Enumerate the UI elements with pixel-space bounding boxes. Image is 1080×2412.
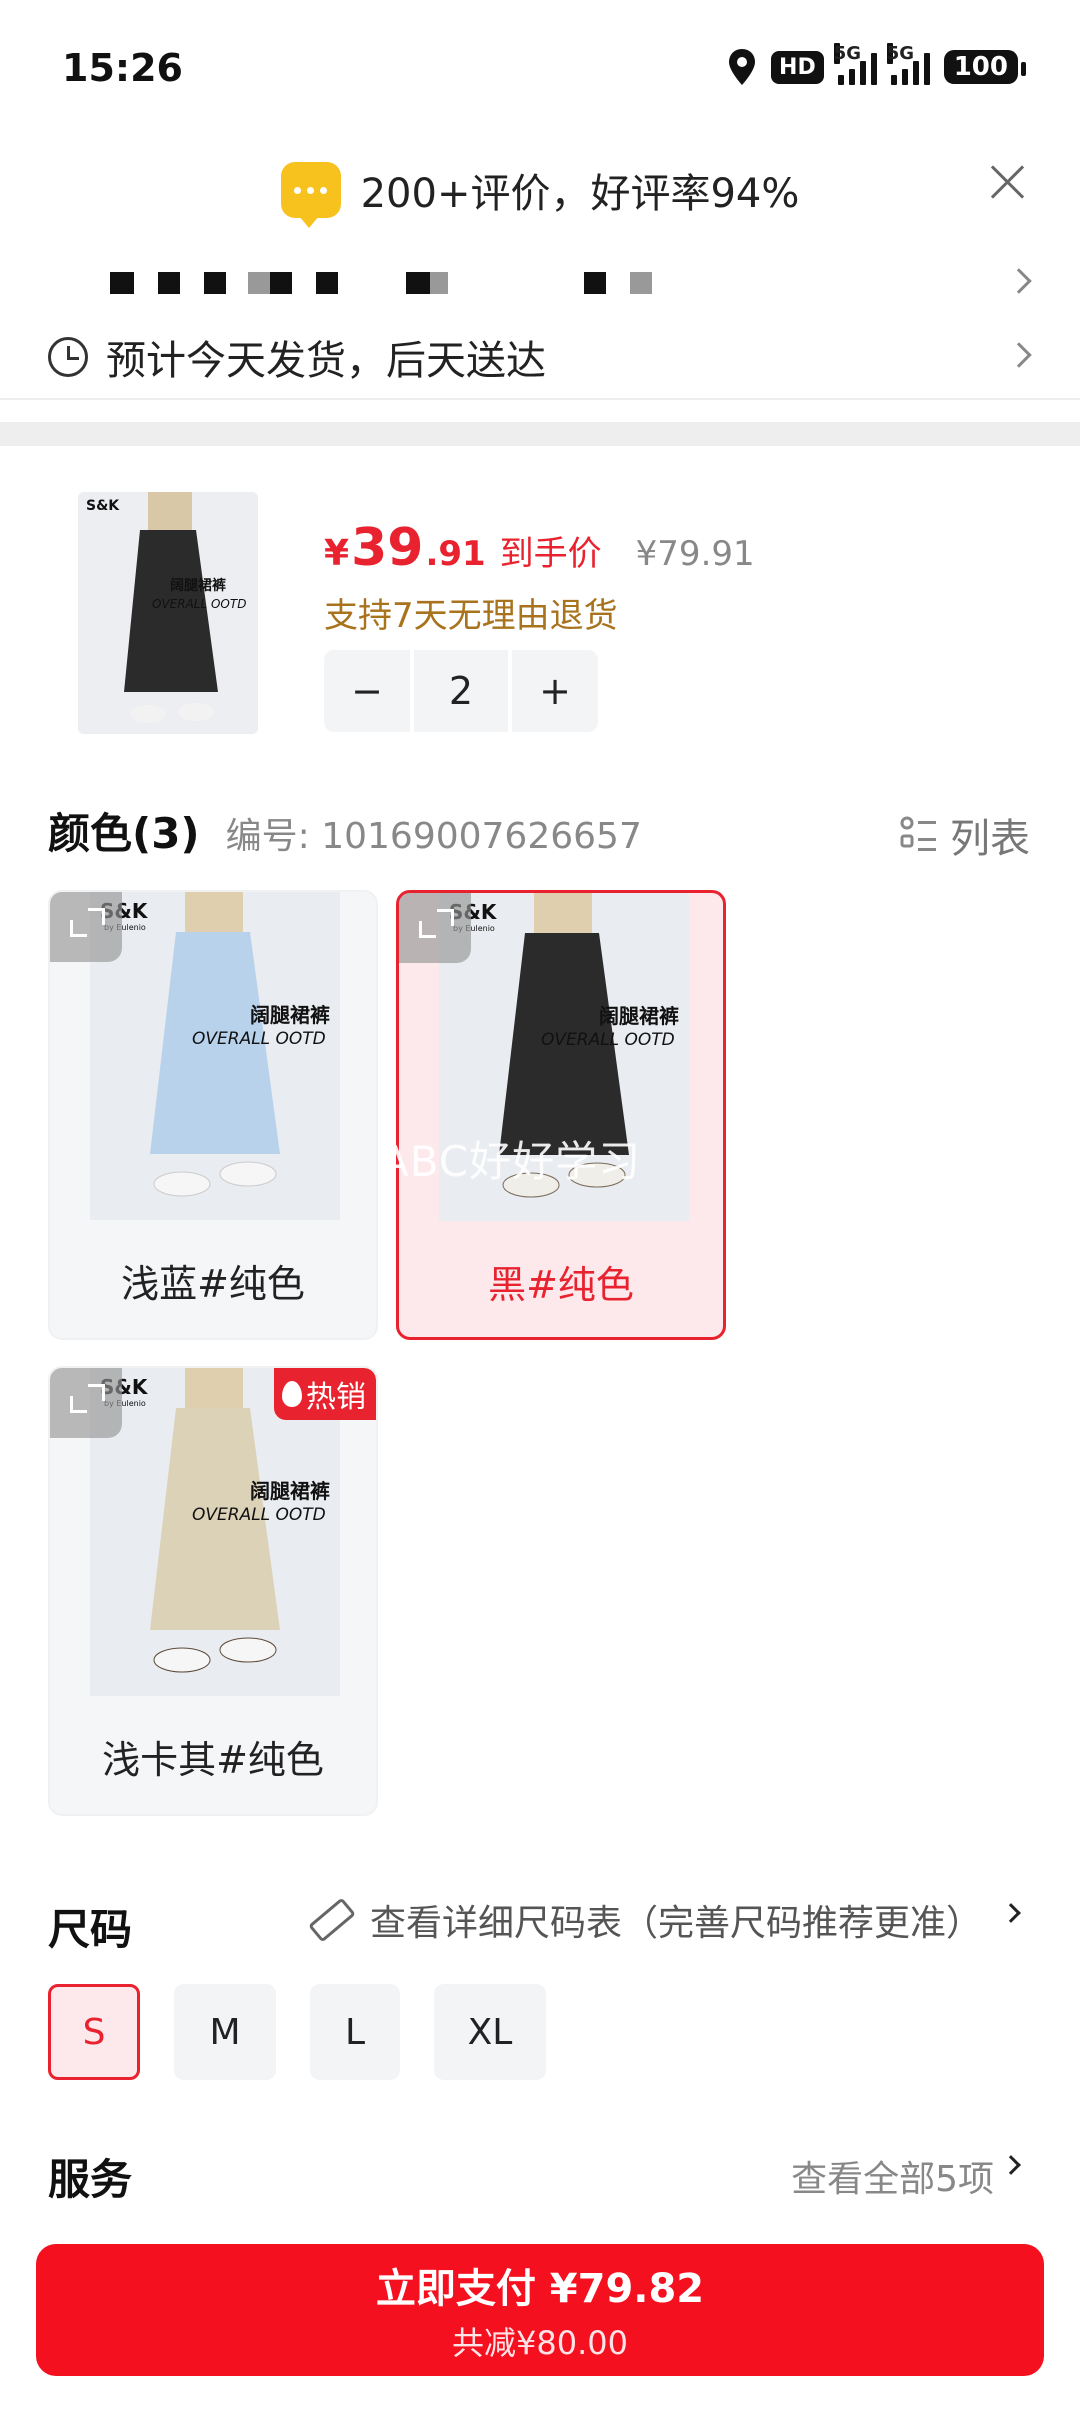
redacted-block [584,272,606,294]
redacted-block [204,272,226,294]
color-option-label: 黑#纯色 [488,1262,634,1307]
pay-now-label: 立即支付 ¥79.82 [375,2266,705,2312]
hd-badge: HD [771,50,824,84]
status-icons: HD 5G 5G 100 [727,43,1027,86]
card-text-2: OVERALL OOTD [541,1030,675,1050]
color-option-label: 浅蓝#纯色 [121,1261,305,1306]
shipping-estimate-text: 预计今天发货，后天送达 [106,338,546,384]
list-label: 列表 [950,816,1030,862]
color-option-label: 浅卡其#纯色 [102,1737,324,1782]
quantity-stepper: − 2 + [324,650,598,732]
color-option-image: S&K by Eulenio 阔腿裙裤 OVERALL OOTD [90,892,340,1220]
product-thumbnail[interactable]: S&K 阔腿裙裤 OVERALL OOTD [78,492,258,734]
size-options: S M L XL [48,1984,546,2080]
hot-sale-badge: 热销 [274,1368,376,1420]
price-decimal: .91 [425,534,486,574]
price-integer: 39 [351,518,424,578]
redacted-block [248,272,270,294]
ruler-icon [308,1897,356,1943]
chat-bubble-icon [280,162,341,228]
size-chart-link[interactable]: 查看详细尺码表（完善尺码推荐更准） [308,1894,983,1946]
card-text-2: OVERALL OOTD [192,1505,326,1525]
color-option-black[interactable]: S&K by Eulenio 阔腿裙裤 OVERALL OOTD 黑#纯色 [396,890,726,1340]
section-separator [0,422,1080,446]
card-text-1: 阔腿裙裤 [250,1479,330,1503]
card-text-1: 阔腿裙裤 [599,1004,679,1028]
discount-total: 共减¥80.00 [452,2324,628,2362]
decrement-button[interactable]: − [324,650,410,732]
product-image: S&K 阔腿裙裤 OVERALL OOTD [78,492,258,734]
thumb-brand: S&K [86,498,120,514]
battery-icon: 100 [943,50,1027,84]
price-label: 到手价 [499,534,602,574]
service-view-all-link[interactable]: 查看全部5项 [791,2150,994,2202]
size-chart-text: 查看详细尺码表（完善尺码推荐更准） [370,1903,983,1944]
signal-icon: 5G [833,43,877,85]
redacted-block [110,272,134,294]
redacted-block [430,272,448,294]
size-option-m[interactable]: M [174,1984,276,2080]
location-icon [729,49,756,85]
price-line: ¥ 39 .91 到手价 ¥79.91 [324,518,755,578]
list-icon [900,816,936,851]
watermark: ABC好好学习 [380,1137,642,1186]
price-currency: ¥ [324,533,350,574]
hot-sale-label: 热销 [306,1380,366,1415]
divider [0,398,1080,400]
review-summary: 200+评价，好评率94% [360,171,800,217]
chevron-right-icon[interactable] [1001,2155,1021,2175]
shipping-estimate-row[interactable]: 预计今天发货，后天送达 [48,330,1038,384]
redacted-block [158,272,180,294]
original-price: ¥79.91 [635,534,755,574]
expand-icon[interactable] [399,893,471,963]
redacted-block [406,272,430,294]
redacted-block [316,272,338,294]
size-option-l[interactable]: L [310,1984,400,2080]
card-text-2: OVERALL OOTD [192,1029,326,1049]
product-code: 编号: 10169007626657 [225,816,642,857]
size-section-title: 尺码 [48,1905,133,1954]
signal-icon-2: 5G [886,43,930,85]
redacted-address-row[interactable] [110,268,1010,298]
thumb-text-1: 阔腿裙裤 [170,577,226,594]
status-bar: 15:26 HD 5G 5G 100 [0,0,1080,140]
chevron-right-icon[interactable] [1006,268,1032,294]
review-banner[interactable]: 200+评价，好评率94% [0,150,1080,230]
list-view-toggle[interactable]: 列表 [900,806,1030,864]
flame-icon [282,1381,302,1407]
close-icon[interactable] [986,160,1030,204]
return-policy: 支持7天无理由退货 [324,596,618,636]
size-option-s[interactable]: S [48,1984,140,2080]
color-section-title: 颜色(3) [48,809,200,858]
expand-icon[interactable] [50,1368,122,1438]
size-option-xl[interactable]: XL [434,1984,546,2080]
chevron-right-icon[interactable] [1001,1903,1021,1923]
color-option-light-khaki[interactable]: S&K by Eulenio 阔腿裙裤 OVERALL OOTD 热销 浅卡其#… [48,1366,378,1816]
network-type-label: 5G [833,43,862,64]
color-section-header: 颜色(3) 编号: 10169007626657 [48,800,642,861]
redacted-block [630,272,652,294]
increment-button[interactable]: + [512,650,598,732]
expand-icon[interactable] [50,892,122,962]
thumb-text-2: OVERALL OOTD [152,597,246,611]
clock-icon [48,337,88,377]
card-text-1: 阔腿裙裤 [250,1003,330,1027]
network-type-label-2: 5G [886,43,915,64]
pay-now-button[interactable]: 立即支付 ¥79.82 共减¥80.00 [36,2244,1044,2376]
quantity-value[interactable]: 2 [414,650,508,732]
redacted-block [270,272,292,294]
status-time: 15:26 [62,46,183,90]
service-section-title: 服务 [48,2155,133,2204]
color-option-light-blue[interactable]: S&K by Eulenio 阔腿裙裤 OVERALL OOTD 浅蓝#纯色 [48,890,378,1340]
